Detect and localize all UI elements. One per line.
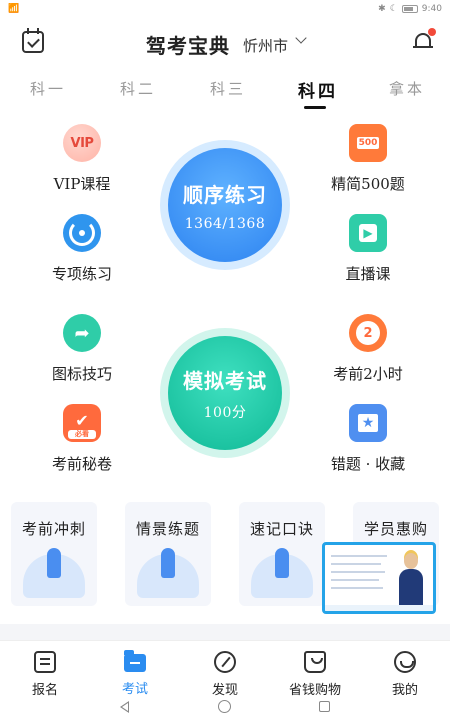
special-practice-item[interactable]: 专项练习 xyxy=(27,214,137,284)
list-icon xyxy=(34,651,56,673)
vip-course-item[interactable]: VIP VIP课程 xyxy=(27,124,137,194)
pedestrian-sign-illustration xyxy=(137,548,199,598)
calendar-check-icon[interactable] xyxy=(22,28,44,53)
tab-ke4[interactable]: 科四 xyxy=(298,77,338,102)
city-selector[interactable]: 忻州市 xyxy=(243,35,288,56)
home-icon[interactable] xyxy=(218,700,231,713)
mistakes-favorites-item[interactable]: 错题 · 收藏 xyxy=(313,404,423,474)
tab-naben[interactable]: 拿本 xyxy=(389,78,425,99)
clock-icon: 2 xyxy=(349,314,387,352)
card-scenario[interactable]: 情景练题 xyxy=(125,502,211,606)
secret-paper-icon: 必看 xyxy=(63,404,101,442)
live-course-item[interactable]: 直播课 xyxy=(313,214,423,284)
card-mnemonic[interactable]: 速记口诀 xyxy=(239,502,325,606)
battery-icon xyxy=(401,5,418,13)
nav-shopping[interactable]: 省钱购物 xyxy=(280,651,350,698)
sequential-title: 顺序练习 xyxy=(183,182,267,207)
presenter-illustration xyxy=(397,553,425,609)
card-label: 学员惠购 xyxy=(363,520,428,538)
wifi-icon: 📶 xyxy=(8,4,20,14)
simplified-500-item[interactable]: 500 精简500题 xyxy=(313,124,423,194)
reading-person-illustration xyxy=(251,548,313,598)
tab-ke2[interactable]: 科二 xyxy=(120,78,156,99)
nav-signup[interactable]: 报名 xyxy=(10,651,80,698)
subject-tabs: 科一 科二 科三 科四 拿本 xyxy=(0,78,450,110)
vip-icon: VIP xyxy=(63,124,101,162)
mock-score: 100分 xyxy=(203,404,247,421)
notification-dot xyxy=(428,28,436,36)
sequential-progress: 1364/1368 xyxy=(184,215,266,232)
tab-underline xyxy=(304,106,326,109)
card-label: 考前冲刺 xyxy=(21,520,86,538)
sequential-practice-button[interactable]: 顺序练习 1364/1368 xyxy=(160,140,290,270)
status-bar: 📶 ✱ ☾ 9:40 xyxy=(0,0,450,20)
target-icon xyxy=(63,214,101,252)
secret-paper-item[interactable]: 必看 考前秘卷 xyxy=(27,404,137,474)
special-practice-label: 专项练习 xyxy=(51,265,112,283)
section-divider xyxy=(0,624,450,640)
rocket-illustration xyxy=(23,548,85,598)
card-sprint[interactable]: 考前冲刺 xyxy=(11,502,97,606)
tab-ke3[interactable]: 科三 xyxy=(210,78,246,99)
status-time: 9:40 xyxy=(421,4,442,14)
folder-icon xyxy=(124,650,146,672)
video-play-icon xyxy=(349,214,387,252)
sign-tips-item[interactable]: 图标技巧 xyxy=(27,314,137,384)
recent-apps-icon[interactable] xyxy=(319,701,330,712)
tab-ke1[interactable]: 科一 xyxy=(30,78,66,99)
nav-label: 考试 xyxy=(121,682,148,697)
bottom-nav: 报名 考试 发现 省钱购物 我的 xyxy=(0,640,450,698)
five-hundred-icon: 500 xyxy=(349,124,387,162)
bell-icon[interactable] xyxy=(413,28,436,52)
nav-mine[interactable]: 我的 xyxy=(370,651,440,698)
nav-discover[interactable]: 发现 xyxy=(190,651,260,698)
live-course-label: 直播课 xyxy=(345,265,391,283)
star-icon xyxy=(349,404,387,442)
nav-exam[interactable]: 考试 xyxy=(100,650,170,697)
compass-icon xyxy=(214,651,236,673)
mock-title: 模拟考试 xyxy=(183,368,267,393)
promo-video-popup[interactable] xyxy=(322,542,436,614)
bluetooth-icon: ✱ xyxy=(378,4,386,14)
mock-exam-button[interactable]: 模拟考试 100分 xyxy=(160,328,290,458)
mistakes-favorites-label: 错题 · 收藏 xyxy=(330,455,406,473)
simplified-500-label: 精简500题 xyxy=(331,175,405,193)
shopping-bag-icon xyxy=(304,651,326,673)
two-hours-label: 考前2小时 xyxy=(333,365,403,383)
sign-tips-label: 图标技巧 xyxy=(51,365,112,383)
turn-arrow-icon xyxy=(63,314,101,352)
card-label: 情景练题 xyxy=(135,520,200,538)
app-title: 驾考宝典 xyxy=(146,34,230,58)
secret-paper-label: 考前秘卷 xyxy=(51,455,112,473)
status-right: ✱ ☾ 9:40 xyxy=(378,4,442,14)
back-icon[interactable] xyxy=(120,701,129,713)
vip-course-label: VIP课程 xyxy=(53,175,111,193)
app-header: 驾考宝典 忻州市 xyxy=(0,22,450,66)
moon-icon: ☾ xyxy=(389,4,398,14)
two-hours-item[interactable]: 2 考前2小时 xyxy=(313,314,423,384)
card-label: 速记口诀 xyxy=(249,520,314,538)
chevron-down-icon[interactable] xyxy=(295,32,307,44)
system-nav-bar xyxy=(0,696,450,720)
smile-icon xyxy=(394,651,416,673)
